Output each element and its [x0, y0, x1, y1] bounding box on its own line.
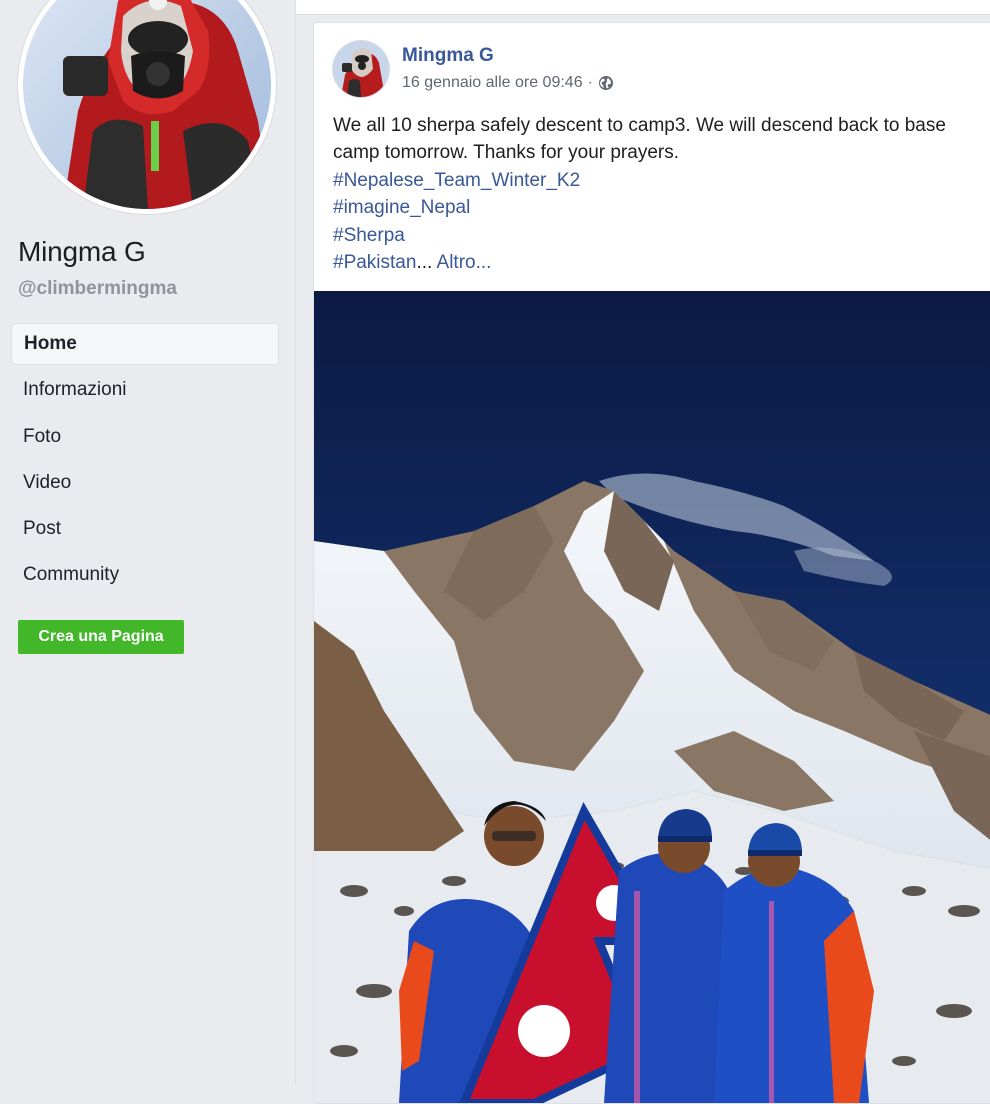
page-nav: Home Informazioni Foto Video Post Commun…: [11, 323, 279, 601]
page-name[interactable]: Mingma G: [18, 236, 146, 268]
globe-icon[interactable]: [598, 75, 614, 91]
page-sidebar: Mingma G @climbermingma Home Informazion…: [0, 0, 296, 1084]
k2-mountain-photo: [314, 291, 990, 1103]
post-photo[interactable]: [314, 291, 990, 1103]
hashtag-link[interactable]: #Sherpa: [333, 222, 983, 249]
post-body: We all 10 sherpa safely descent to camp3…: [333, 112, 983, 276]
nav-item-community[interactable]: Community: [11, 554, 279, 596]
climber-avatar-image: [23, 0, 271, 209]
create-page-button[interactable]: Crea una Pagina: [18, 620, 184, 654]
top-strip: [296, 0, 990, 15]
nav-item-video[interactable]: Video: [11, 462, 279, 504]
hashtag-link[interactable]: #Nepalese_Team_Winter_K2: [333, 167, 983, 194]
ellipsis: ...: [416, 252, 433, 274]
nav-item-home[interactable]: Home: [11, 323, 279, 365]
hashtag-link[interactable]: #Pakistan: [333, 252, 416, 273]
post-timestamp[interactable]: 16 gennaio alle ore 09:46: [402, 74, 583, 92]
hashtag-link[interactable]: #imagine_Nepal: [333, 194, 983, 221]
post-message: We all 10 sherpa safely descent to camp3…: [333, 115, 946, 164]
page-handle[interactable]: @climbermingma: [18, 278, 177, 300]
author-avatar-image: [333, 41, 389, 97]
author-avatar[interactable]: [333, 41, 389, 97]
meta-separator: ·: [587, 74, 593, 91]
post-meta: 16 gennaio alle ore 09:46 ·: [402, 74, 614, 92]
nav-item-post[interactable]: Post: [11, 508, 279, 550]
nav-item-informazioni[interactable]: Informazioni: [11, 369, 279, 411]
profile-picture[interactable]: [18, 0, 276, 214]
post-author[interactable]: Mingma G: [402, 45, 494, 67]
post-card: Mingma G 16 gennaio alle ore 09:46 · We …: [313, 22, 990, 1104]
nav-item-foto[interactable]: Foto: [11, 416, 279, 458]
see-more-link[interactable]: Altro...: [437, 252, 492, 273]
